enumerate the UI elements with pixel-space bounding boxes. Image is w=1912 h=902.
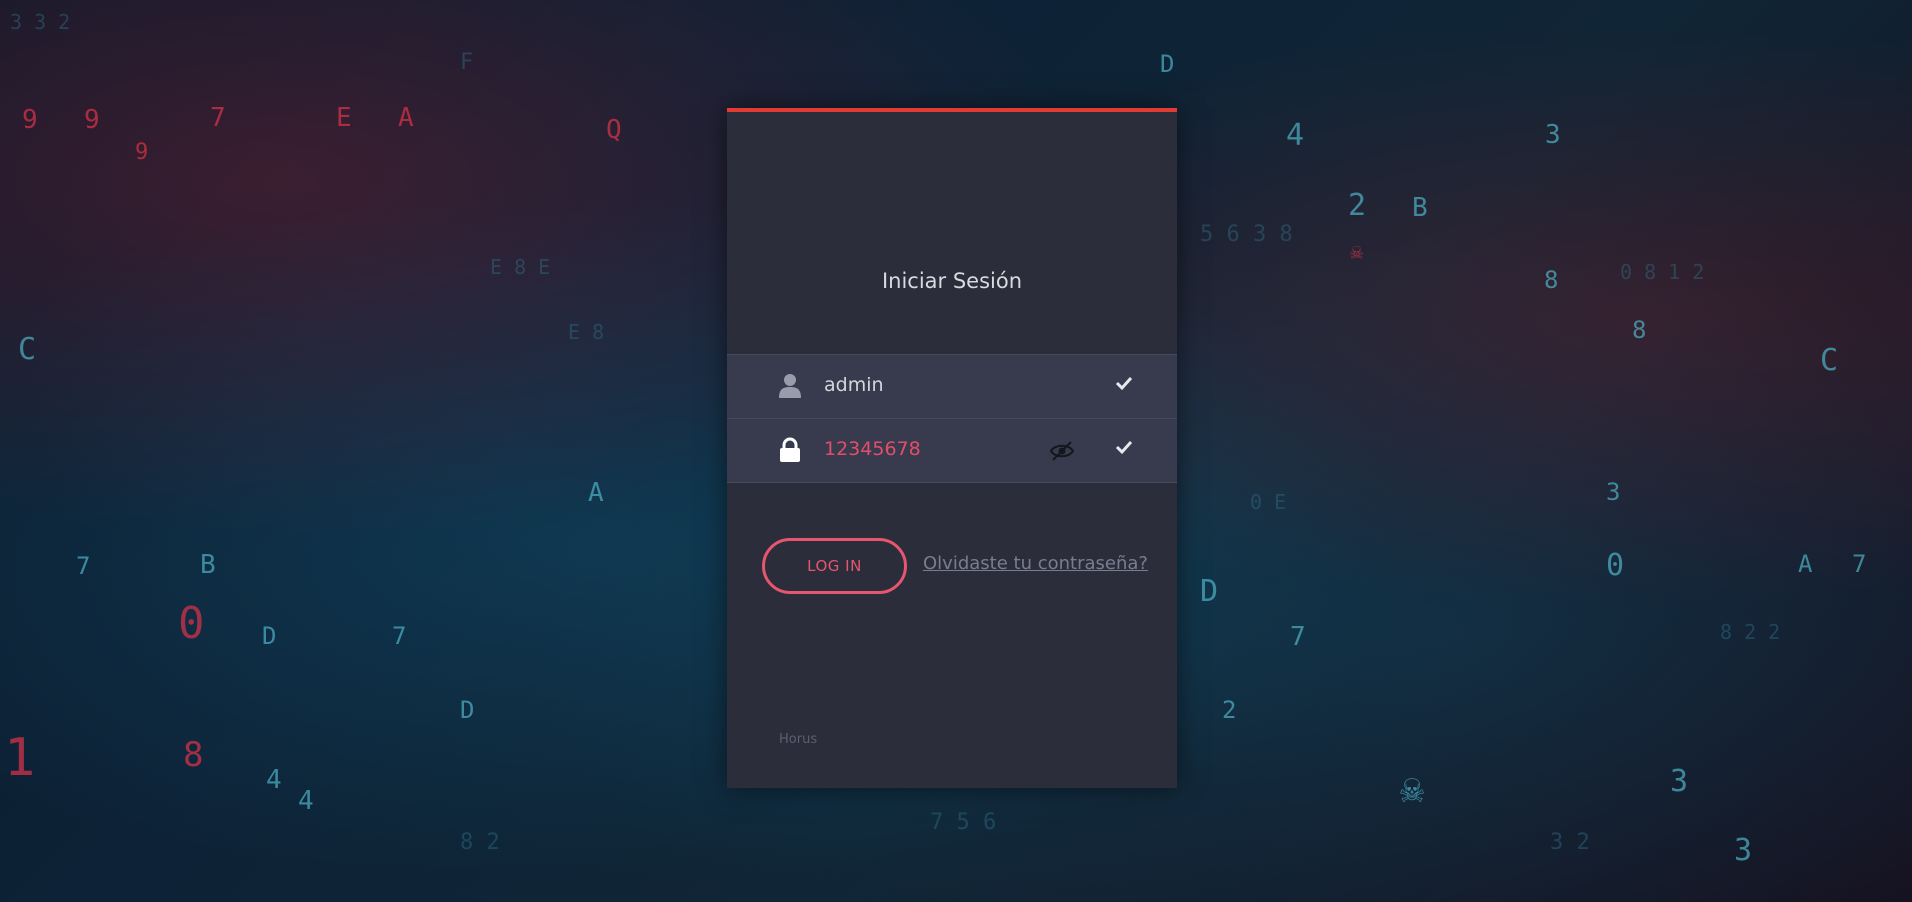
eye-slash-icon[interactable] [1049, 439, 1075, 463]
login-button[interactable]: LOG IN [762, 538, 907, 594]
check-icon [1115, 375, 1133, 391]
lock-icon [779, 437, 801, 463]
check-icon [1115, 439, 1133, 455]
login-card: Iniciar Sesión admin 12345678 LOG IN Olv… [727, 108, 1177, 788]
password-field[interactable] [727, 418, 1177, 483]
username-input[interactable] [824, 374, 1044, 396]
login-title: Iniciar Sesión [881, 269, 1023, 293]
footer-brand: Horus [779, 732, 818, 747]
forgot-password-link[interactable]: Olvidaste tu contraseña? [923, 553, 1148, 574]
username-field[interactable] [727, 354, 1177, 418]
user-icon [779, 373, 801, 399]
password-input[interactable] [824, 438, 1044, 460]
